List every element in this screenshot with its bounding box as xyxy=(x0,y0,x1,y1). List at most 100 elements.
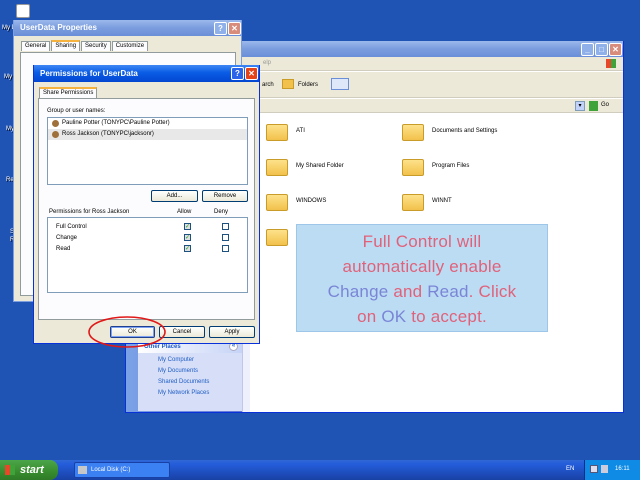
folder-label[interactable]: Documents and Settings xyxy=(432,128,497,134)
deny-read-checkbox[interactable] xyxy=(222,245,229,252)
properties-title: UserData Properties xyxy=(20,23,97,32)
clock[interactable]: 16:11 xyxy=(615,466,630,472)
folder-icon[interactable] xyxy=(266,194,288,211)
tab-security[interactable]: Security xyxy=(81,41,111,51)
user-icon xyxy=(52,131,59,138)
share-permissions-panel: Group or user names: Pauline Potter (TON… xyxy=(38,98,255,320)
address-dropdown-icon[interactable]: ▾ xyxy=(575,101,585,111)
tutorial-callout: Full Control will automatically enable C… xyxy=(296,224,548,332)
views-icon[interactable] xyxy=(331,78,349,90)
document-icon[interactable] xyxy=(16,4,30,18)
folder-icon[interactable] xyxy=(402,194,424,211)
callout-on: on xyxy=(357,307,382,326)
search-button[interactable]: arch xyxy=(262,82,274,88)
folder-label[interactable]: Program Files xyxy=(432,163,469,169)
deny-change-checkbox[interactable] xyxy=(222,234,229,241)
user-list[interactable]: Pauline Potter (TONYPC\Pauline Potter) R… xyxy=(47,117,248,185)
other-places-link[interactable]: My Documents xyxy=(138,368,242,374)
tab-share-permissions[interactable]: Share Permissions xyxy=(39,87,98,98)
tab-sharing[interactable]: Sharing xyxy=(51,40,81,51)
drive-icon xyxy=(78,466,87,474)
properties-tabs: General Sharing Security Customize xyxy=(21,40,149,51)
minimize-button[interactable]: _ xyxy=(581,43,594,56)
add-button[interactable]: Add... xyxy=(151,190,198,202)
folder-icon[interactable] xyxy=(402,159,424,176)
tab-customize[interactable]: Customize xyxy=(111,41,149,51)
language-indicator[interactable]: EN xyxy=(566,466,574,472)
network-icon[interactable] xyxy=(590,465,598,473)
callout-read: Read xyxy=(427,282,469,301)
user-icon xyxy=(52,120,59,127)
help-menu[interactable]: elp xyxy=(263,60,271,66)
other-places-link[interactable]: My Network Places xyxy=(138,390,242,396)
callout-and: and xyxy=(388,282,428,301)
folder-icon[interactable] xyxy=(266,159,288,176)
group-label: Group or user names: xyxy=(47,108,106,114)
other-places-panel: Other Places « My Computer My Documents … xyxy=(138,341,242,411)
properties-titlebar[interactable]: UserData Properties ? ✕ xyxy=(14,20,241,36)
other-places-link[interactable]: My Computer xyxy=(138,357,242,363)
callout-accept: to accept. xyxy=(406,307,487,326)
close-button[interactable]: ✕ xyxy=(609,43,622,56)
perm-read: Read xyxy=(56,246,71,252)
close-button[interactable]: ✕ xyxy=(228,22,241,35)
taskbar: start Local Disk (C:) EN 16:11 xyxy=(0,460,640,480)
permissions-dialog[interactable]: Permissions for UserData ? ✕ Share Permi… xyxy=(33,65,260,344)
system-tray: 16:11 xyxy=(584,460,640,480)
folder-icon[interactable] xyxy=(266,229,288,246)
windows-flag-icon xyxy=(5,465,15,475)
taskbar-item-label: Local Disk (C:) xyxy=(91,467,131,473)
tab-general[interactable]: General xyxy=(21,41,51,51)
apply-button[interactable]: Apply xyxy=(209,326,255,338)
start-label: start xyxy=(20,464,44,476)
go-icon[interactable] xyxy=(589,101,598,111)
remove-button[interactable]: Remove xyxy=(202,190,248,202)
user-name: Ross Jackson (TONYPC\jacksonr) xyxy=(62,131,154,137)
folder-label[interactable]: WINNT xyxy=(432,198,452,204)
allow-read-checkbox[interactable]: ✓ xyxy=(184,245,191,252)
deny-full-control-checkbox[interactable] xyxy=(222,223,229,230)
other-places-link[interactable]: Shared Documents xyxy=(138,379,242,385)
folders-button[interactable]: Folders xyxy=(298,82,318,88)
ok-button[interactable]: OK xyxy=(110,326,155,338)
folder-label[interactable]: WINDOWS xyxy=(296,198,326,204)
callout-change: Change xyxy=(327,282,389,301)
callout-ok: OK xyxy=(381,307,407,326)
perm-full-control: Full Control xyxy=(56,224,87,230)
folder-icon[interactable] xyxy=(402,124,424,141)
help-button[interactable]: ? xyxy=(214,22,227,35)
task-pane-scrollbar[interactable] xyxy=(242,336,250,412)
callout-click: . Click xyxy=(468,282,517,301)
user-name: Pauline Potter (TONYPC\Pauline Potter) xyxy=(62,120,170,126)
callout-line-1: Full Control will xyxy=(362,232,482,251)
permissions-title: Permissions for UserData xyxy=(40,69,138,78)
go-button[interactable]: Go xyxy=(601,102,609,108)
start-button[interactable]: start xyxy=(0,460,58,480)
permissions-titlebar[interactable]: Permissions for UserData ? ✕ xyxy=(34,65,259,82)
callout-line-4: on OK to accept. xyxy=(297,304,547,329)
permissions-for-label: Permissions for Ross Jackson xyxy=(49,209,130,215)
callout-line-2: automatically enable xyxy=(342,257,502,276)
deny-header: Deny xyxy=(214,209,229,215)
allow-change-checkbox[interactable]: ✓ xyxy=(184,234,191,241)
desktop-label: My xyxy=(4,74,12,80)
permissions-tabs: Share Permissions xyxy=(39,87,98,98)
list-item[interactable]: Ross Jackson (TONYPC\jacksonr) xyxy=(48,129,247,140)
taskbar-item[interactable]: Local Disk (C:) xyxy=(74,462,170,478)
allow-header: Allow xyxy=(177,209,192,215)
callout-line-3: Change and Read. Click xyxy=(297,279,547,304)
folder-label[interactable]: ATI xyxy=(296,128,305,134)
folders-icon xyxy=(282,79,294,89)
cancel-button[interactable]: Cancel xyxy=(159,326,205,338)
help-button[interactable]: ? xyxy=(231,67,244,80)
folder-icon[interactable] xyxy=(266,124,288,141)
allow-full-control-checkbox[interactable]: ✓ xyxy=(184,223,191,230)
windows-logo-icon xyxy=(606,59,616,68)
maximize-button[interactable]: □ xyxy=(595,43,608,56)
perm-change: Change xyxy=(56,235,78,241)
volume-icon[interactable] xyxy=(601,465,608,473)
close-button[interactable]: ✕ xyxy=(245,67,258,80)
folder-label[interactable]: My Shared Folder xyxy=(296,163,344,169)
permissions-table: Full Control ✓ Change ✓ Read ✓ xyxy=(47,217,248,293)
list-item[interactable]: Pauline Potter (TONYPC\Pauline Potter) xyxy=(48,118,247,129)
